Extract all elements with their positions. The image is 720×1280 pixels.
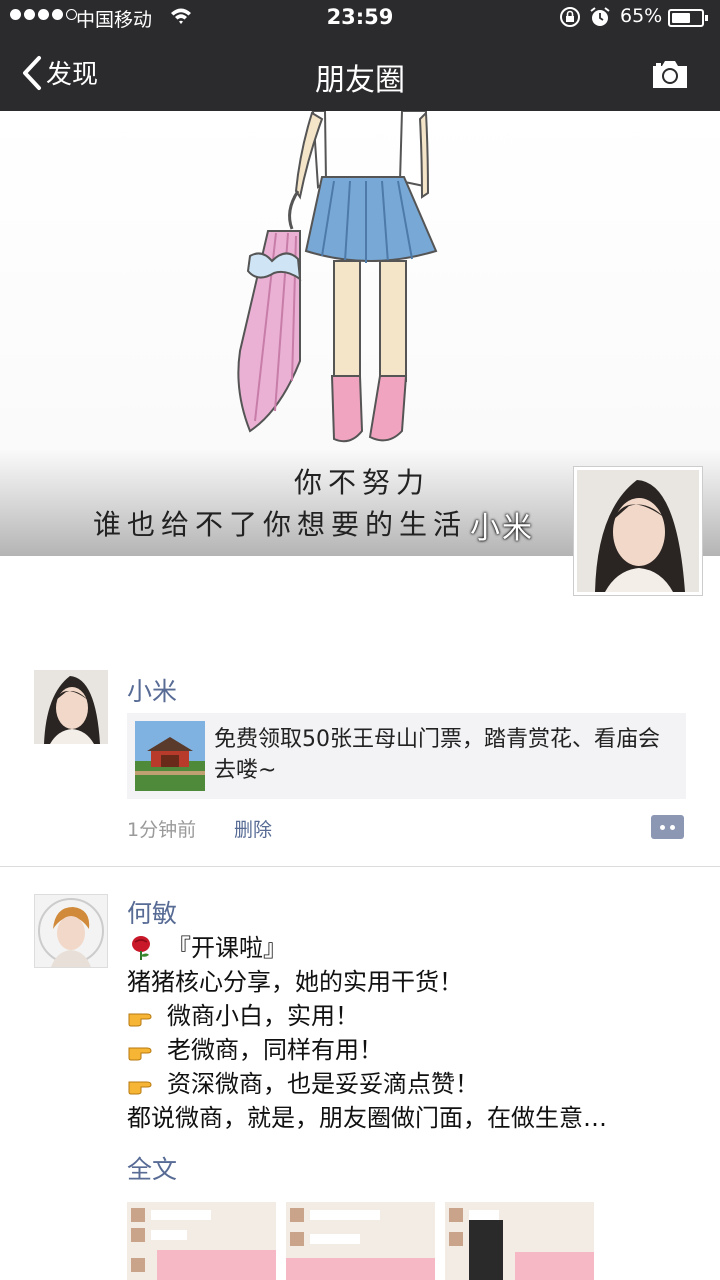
post-image-grid [127,1202,594,1280]
post-line-text: 『开课啦』 [167,934,287,962]
rose-icon [132,936,150,960]
chat-screenshot-thumbnail [445,1202,594,1280]
battery-percent: 65% [620,5,663,27]
rotation-lock-icon [560,7,580,27]
pointing-hand-icon [128,1081,152,1095]
post-time: 1分钟前 [127,819,197,841]
post-image[interactable] [445,1202,594,1280]
post-image[interactable] [127,1202,276,1280]
post-line-text: 猪猪核心分享，她的实用干货！ [127,968,463,996]
post-author[interactable]: 小米 [127,672,177,708]
link-thumbnail [135,721,205,791]
link-title: 免费领取50张王母山门票，踏青赏花、看庙会去喽~ [214,727,660,783]
post-line: 老微商，同样有用！ [127,1033,707,1067]
pointing-hand-icon [128,1013,152,1027]
post-line: 『开课啦』 [127,931,707,965]
chat-screenshot-thumbnail [127,1202,276,1280]
post-line-text: 都说微商，就是，朋友圈做门面，在做生意… [127,1104,607,1132]
moment-post: 小米 免费领取50张王母山门票，踏青赏花、看庙会去喽~ 1分钟前 删除 [0,668,720,866]
post-line: 微商小白，实用！ [127,999,707,1033]
page-title: 朋友圈 [315,63,405,98]
chat-screenshot-thumbnail [286,1202,435,1280]
post-body: 『开课啦』 猪猪核心分享，她的实用干货！ 微商小白，实用！ 老微商，同样有用！ … [127,931,707,1135]
post-line: 资深微商，也是妥妥滴点赞！ [127,1067,707,1101]
header: 中国移动 23:59 65% 发现 朋友圈 [0,0,720,111]
clock: 23:59 [326,5,394,29]
post-line: 都说微商，就是，朋友圈做门面，在做生意… [127,1101,707,1135]
post-line: 猪猪核心分享，她的实用干货！ [127,965,707,999]
cover-text-line2: 谁也给不了你想要的生活 [92,508,467,541]
post-image[interactable] [286,1202,435,1280]
camera-icon[interactable] [650,58,690,90]
post-line-text: 老微商，同样有用！ [167,1036,383,1064]
avatar-photo [577,470,699,592]
post-avatar[interactable] [34,670,108,744]
avatar-photo [34,670,108,744]
status-bar: 中国移动 23:59 65% [0,0,720,36]
pointing-hand-icon [128,1047,152,1061]
battery-icon [668,9,708,27]
shared-link-card[interactable]: 免费领取50张王母山门票，踏青赏花、看庙会去喽~ [127,713,686,799]
post-avatar[interactable] [34,894,108,968]
post-line-text: 微商小白，实用！ [167,1002,359,1030]
nav-bar: 发现 朋友圈 [0,36,720,111]
delete-button[interactable]: 删除 [234,815,272,842]
post-line-text: 资深微商，也是妥妥滴点赞！ [167,1070,479,1098]
avatar-photo [35,895,107,967]
full-text-link[interactable]: 全文 [127,1150,177,1186]
profile-name[interactable]: 小米 [470,503,534,547]
profile-avatar[interactable] [573,466,703,596]
divider [0,866,720,867]
post-author[interactable]: 何敏 [127,894,177,930]
comment-menu-icon[interactable] [651,815,684,839]
alarm-icon [590,7,610,26]
